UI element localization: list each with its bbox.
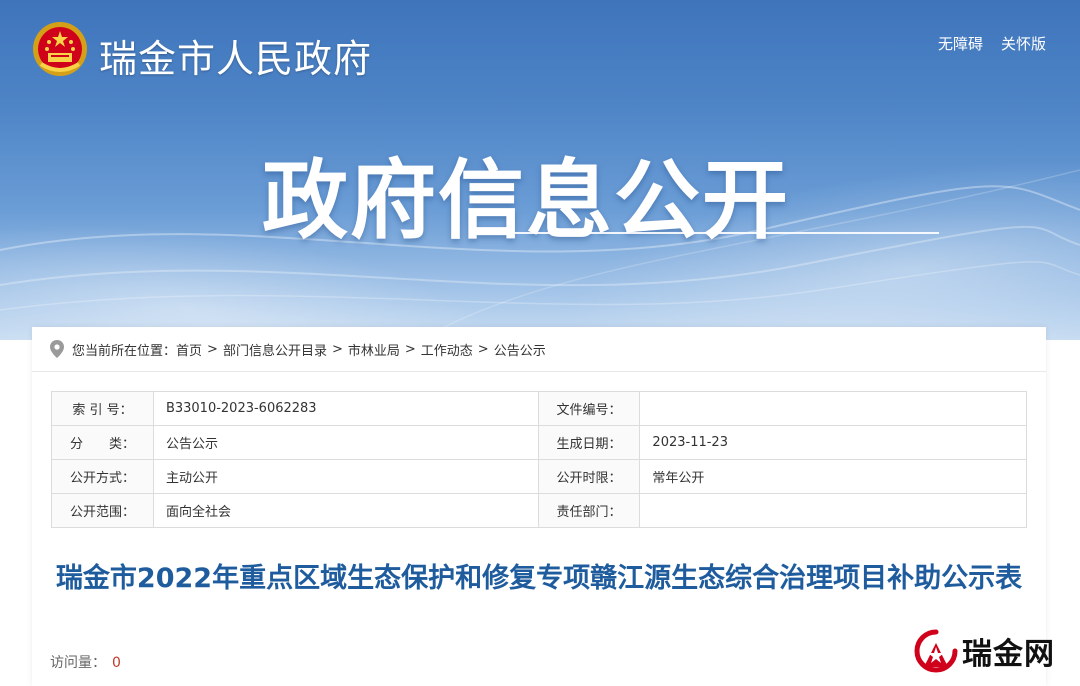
- meta-label-category: 分 类：: [51, 425, 154, 460]
- hero-underline: [487, 232, 939, 234]
- breadcrumb-announcements[interactable]: 公告公示: [494, 340, 546, 359]
- breadcrumb-separator: >: [404, 341, 416, 357]
- site-title[interactable]: 瑞金市人民政府: [99, 28, 372, 83]
- table-row: 公开方式： 主动公开 公开时限： 常年公开: [51, 459, 1027, 494]
- meta-value-disclosure-period: 常年公开: [639, 459, 1027, 494]
- breadcrumb-dept-directory[interactable]: 部门信息公开目录: [223, 340, 327, 359]
- national-emblem-icon: [33, 22, 87, 76]
- meta-value-index-number: B33010-2023-6062283: [152, 391, 539, 426]
- visit-count-value: 0: [112, 655, 121, 671]
- meta-label-file-number: 文件编号：: [537, 391, 641, 426]
- breadcrumb-separator: >: [477, 341, 489, 357]
- breadcrumb-separator: >: [331, 341, 343, 357]
- accessibility-link[interactable]: 无障碍: [938, 33, 983, 54]
- breadcrumb: 您当前所在位置： 首页 > 部门信息公开目录 > 市林业局 > 工作动态 > 公…: [32, 327, 1046, 372]
- meta-value-file-number: [639, 391, 1027, 426]
- content-panel: 您当前所在位置： 首页 > 部门信息公开目录 > 市林业局 > 工作动态 > 公…: [32, 327, 1046, 686]
- meta-label-disclosure-method: 公开方式：: [51, 459, 154, 494]
- meta-label-created-date: 生成日期：: [537, 425, 641, 460]
- top-links: 无障碍 关怀版: [938, 33, 1046, 54]
- breadcrumb-separator: >: [207, 341, 218, 357]
- hero-title: 政府信息公开: [262, 151, 790, 251]
- table-row: 分 类： 公告公示 生成日期： 2023-11-23: [51, 425, 1027, 460]
- table-row: 索 引 号： B33010-2023-6062283 文件编号：: [51, 391, 1027, 426]
- table-row: 公开范围： 面向全社会 责任部门：: [51, 493, 1027, 528]
- meta-value-category: 公告公示: [152, 425, 539, 460]
- watermark-logo: 瑞金网: [914, 626, 1064, 676]
- meta-value-responsible-dept: [639, 493, 1027, 528]
- meta-label-index-number: 索 引 号：: [51, 391, 154, 426]
- watermark-text: 瑞金网: [962, 637, 1055, 672]
- meta-label-disclosure-period: 公开时限：: [537, 459, 641, 494]
- document-metadata-table: 索 引 号： B33010-2023-6062283 文件编号： 分 类： 公告…: [51, 391, 1027, 528]
- breadcrumb-home[interactable]: 首页: [176, 340, 202, 359]
- visit-count-label: 访问量：: [50, 655, 106, 671]
- visit-count: 访问量： 0: [50, 652, 121, 672]
- breadcrumb-work-news[interactable]: 工作动态: [421, 340, 473, 359]
- location-pin-icon: [50, 340, 64, 358]
- meta-value-created-date: 2023-11-23: [639, 425, 1027, 460]
- header-banner: 瑞金市人民政府 无障碍 关怀版 政府信息公开: [0, 0, 1080, 340]
- breadcrumb-forestry-bureau[interactable]: 市林业局: [348, 340, 400, 359]
- meta-label-responsible-dept: 责任部门：: [537, 493, 641, 528]
- meta-label-disclosure-scope: 公开范围：: [51, 493, 154, 528]
- breadcrumb-prefix: 您当前所在位置：: [72, 343, 177, 359]
- meta-value-disclosure-scope: 面向全社会: [152, 493, 539, 528]
- elder-care-mode-link[interactable]: 关怀版: [1001, 33, 1046, 54]
- ruijin-logo-icon: [914, 629, 958, 673]
- document-title: 瑞金市2022年重点区域生态保护和修复专项赣江源生态综合治理项目补助公示表: [55, 563, 1023, 594]
- meta-value-disclosure-method: 主动公开: [152, 459, 539, 494]
